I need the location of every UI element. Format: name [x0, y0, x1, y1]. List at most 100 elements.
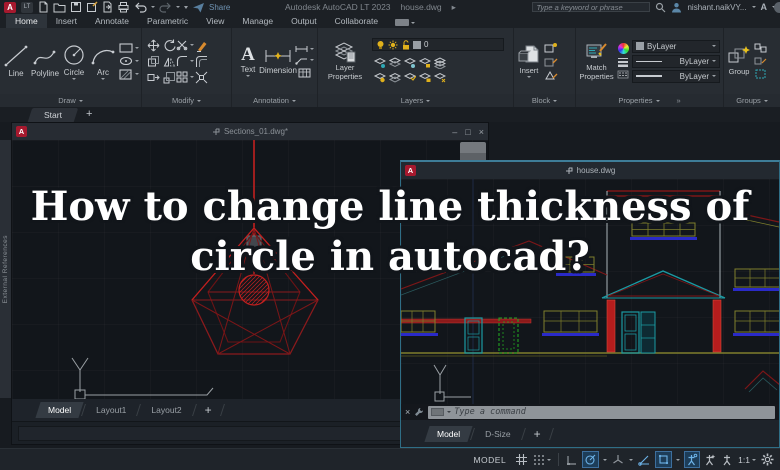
scale-icon[interactable]	[163, 71, 176, 84]
polar-tracking-toggle[interactable]	[582, 451, 600, 468]
minimize-button[interactable]: –	[452, 127, 457, 137]
undo-icon[interactable]	[134, 2, 147, 13]
search-icon[interactable]	[655, 2, 666, 13]
groups-panel-label[interactable]: Groups	[724, 94, 780, 107]
polar-dropdown-icon[interactable]	[603, 458, 608, 461]
layer-unlock-tool-icon[interactable]	[418, 71, 431, 83]
copy-icon[interactable]	[147, 55, 160, 68]
tab-collaborate[interactable]: Collaborate	[326, 14, 387, 28]
group-selection-icon[interactable]	[754, 69, 767, 79]
linetype-dropdown[interactable]: ByLayer	[632, 69, 720, 83]
command-input[interactable]	[454, 407, 772, 417]
qat-customize-icon[interactable]	[184, 5, 188, 9]
arc-tool[interactable]: Arc	[90, 43, 116, 80]
plot-printer-icon[interactable]	[117, 1, 130, 13]
rotate-icon[interactable]	[163, 39, 176, 52]
tab-parametric[interactable]: Parametric	[138, 14, 197, 28]
layer-match-icon[interactable]	[433, 57, 446, 69]
block-panel-label[interactable]: Block	[514, 94, 575, 107]
open-folder-icon[interactable]	[53, 2, 66, 13]
mirror-icon[interactable]	[163, 55, 176, 68]
help-corner-icon[interactable]	[774, 2, 780, 13]
isometric-drafting-icon[interactable]	[612, 454, 624, 466]
search-box[interactable]	[532, 2, 651, 12]
tab-model-2[interactable]: Model	[424, 425, 473, 442]
modify-panel-label[interactable]: Modify	[142, 94, 231, 107]
ellipse-tool[interactable]	[119, 56, 139, 66]
annotation-scale-person-icon[interactable]	[721, 453, 733, 466]
redo-dropdown-icon[interactable]	[176, 6, 180, 8]
recent-commands-icon[interactable]	[431, 408, 445, 416]
close-button[interactable]: ×	[479, 127, 484, 137]
layer-unisolate-icon[interactable]	[388, 57, 401, 69]
tab-layout2[interactable]: Layout2	[141, 402, 191, 418]
new-layout-button-1[interactable]: +	[197, 403, 220, 417]
block-attributes-icon[interactable]	[544, 70, 558, 81]
ungroup-icon[interactable]	[754, 43, 767, 53]
color-wheel-icon[interactable]	[617, 43, 629, 54]
array-tool[interactable]	[176, 71, 194, 83]
annotation-scale-dropdown[interactable]: 1:1	[738, 455, 756, 465]
tab-output[interactable]: Output	[282, 14, 326, 28]
text-tool[interactable]: A Text	[235, 45, 261, 77]
command-input-bar[interactable]	[428, 405, 775, 419]
layer-on-off-icon[interactable]	[373, 71, 386, 83]
properties-panel-label[interactable]: Properties»	[576, 94, 723, 107]
share-label[interactable]: Share	[209, 3, 230, 12]
tab-home[interactable]: Home	[6, 14, 47, 28]
object-snap-toggle[interactable]	[655, 451, 673, 468]
start-tab[interactable]: Start	[27, 108, 79, 122]
maximize-button[interactable]: □	[465, 127, 470, 137]
dim-style-tool[interactable]	[295, 45, 314, 53]
new-layout-button-2[interactable]: +	[526, 427, 549, 441]
isometric-dropdown-icon[interactable]	[629, 458, 634, 461]
create-block-icon[interactable]	[544, 42, 558, 53]
hatch-tool[interactable]	[119, 68, 139, 80]
stretch-icon[interactable]	[147, 71, 160, 84]
customize-wrench-icon[interactable]	[414, 407, 424, 417]
draw-panel-label[interactable]: Draw	[0, 94, 141, 107]
line-tool[interactable]: Line	[3, 44, 29, 78]
search-input[interactable]	[536, 2, 647, 12]
tab-d-size[interactable]: D-Size	[475, 426, 521, 442]
leader-tool[interactable]	[295, 56, 314, 65]
layer-current-icon[interactable]	[403, 71, 416, 83]
layer-thaw-icon[interactable]	[388, 71, 401, 83]
ribbon-display-toggle[interactable]	[395, 19, 416, 26]
osnap-dropdown-icon[interactable]	[676, 458, 681, 461]
tab-insert[interactable]: Insert	[47, 14, 86, 28]
autoscale-icon[interactable]	[704, 453, 716, 466]
customization-gear-icon[interactable]	[761, 453, 774, 466]
autocad-logo-icon[interactable]: A	[4, 1, 16, 13]
undo-dropdown-icon[interactable]	[151, 6, 155, 8]
object-snap-tracking-icon[interactable]	[638, 454, 651, 466]
erase-icon[interactable]	[195, 39, 208, 52]
tab-layout1[interactable]: Layout1	[86, 402, 136, 418]
table-icon[interactable]	[295, 68, 314, 78]
export-icon[interactable]	[102, 1, 113, 13]
explode-icon[interactable]	[195, 71, 208, 84]
house-title-bar[interactable]: A house.dwg	[401, 162, 779, 179]
properties-dialog-launcher[interactable]: »	[677, 96, 681, 105]
layers-panel-label[interactable]: Layers	[318, 94, 513, 107]
share-plane-icon[interactable]	[192, 2, 205, 13]
arc-dropdown-icon[interactable]	[101, 77, 105, 80]
linetype-icon[interactable]	[617, 70, 629, 79]
new-drawing-tab-button[interactable]: +	[86, 109, 92, 122]
circle-tool[interactable]: Circle	[61, 43, 87, 80]
model-space-indicator[interactable]: MODEL	[473, 455, 506, 465]
move-icon[interactable]	[147, 39, 160, 52]
layer-select-dropdown[interactable]: 0	[372, 38, 504, 51]
layer-freeze-tool-icon[interactable]	[403, 57, 416, 69]
dimension-tool[interactable]: Dimension	[259, 47, 297, 75]
trim-tool[interactable]	[176, 39, 194, 51]
lineweight-icon[interactable]	[617, 57, 629, 67]
group-edit-icon[interactable]	[754, 56, 767, 66]
user-dropdown-icon[interactable]	[751, 6, 756, 8]
annotation-visibility-toggle[interactable]	[684, 451, 701, 468]
autodesk-account-icon[interactable]: A	[761, 2, 768, 12]
tab-manage[interactable]: Manage	[233, 14, 282, 28]
layer-properties-button[interactable]: Layer Properties	[321, 41, 369, 81]
save-as-icon[interactable]	[86, 1, 98, 13]
group-button[interactable]: Group	[727, 45, 751, 77]
